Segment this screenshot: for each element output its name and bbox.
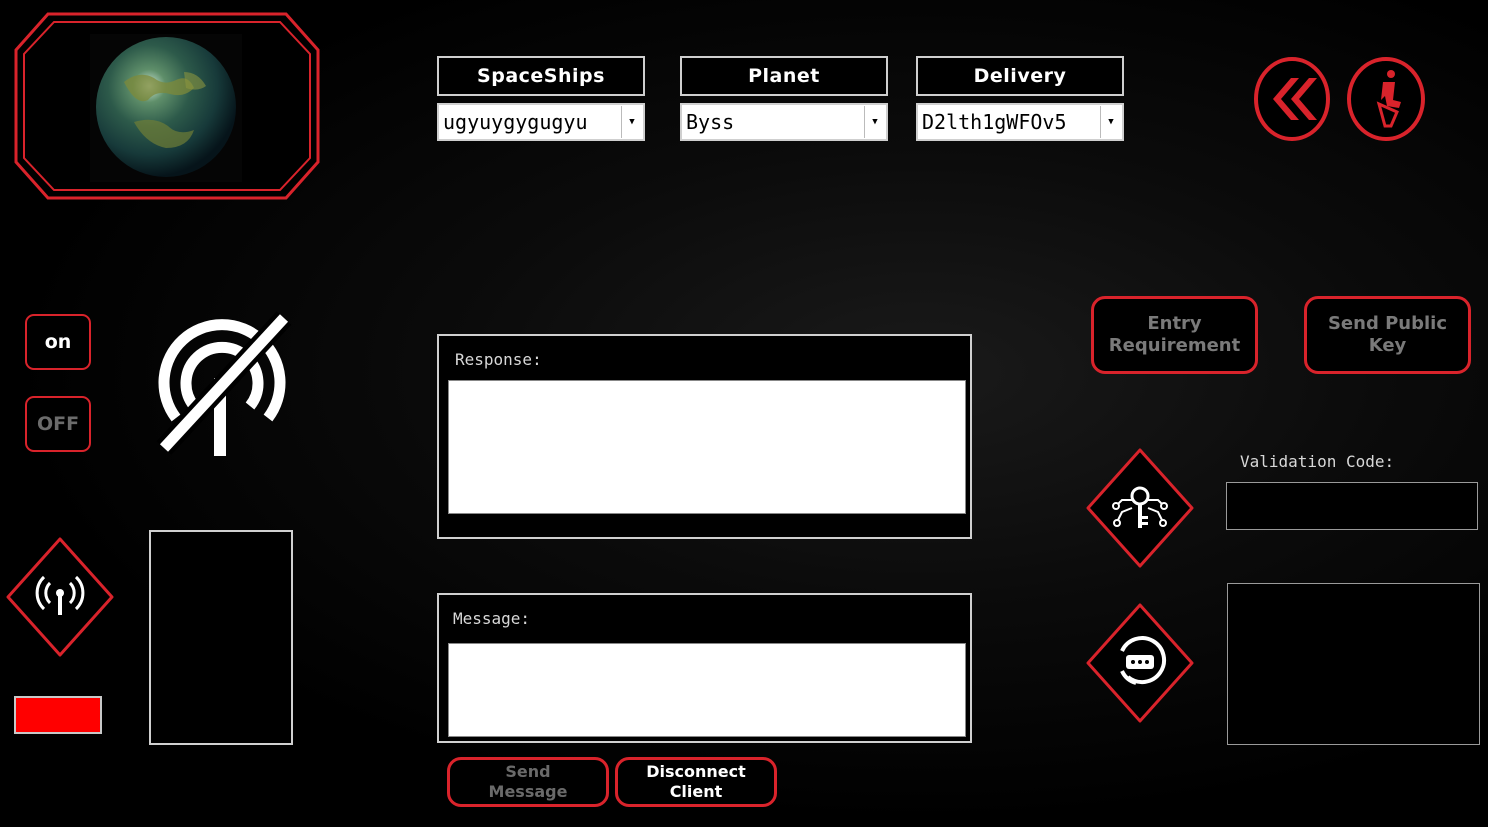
off-button[interactable]: OFF xyxy=(25,396,91,452)
back-double-chevron-icon xyxy=(1254,57,1330,141)
planet-value: Byss xyxy=(686,110,735,134)
validation-code-input[interactable] xyxy=(1226,482,1478,530)
back-button[interactable] xyxy=(1253,56,1331,142)
delivery-header: Delivery xyxy=(916,56,1124,96)
message-panel: Message: xyxy=(437,593,972,743)
dropdown-arrow-icon[interactable]: ▼ xyxy=(1100,106,1121,138)
send-message-button[interactable]: Send Message xyxy=(447,757,609,807)
response-label: Response: xyxy=(455,350,542,369)
chat-bubble-icon xyxy=(1086,603,1194,723)
spaceships-header: SpaceShips xyxy=(437,56,645,96)
dropdown-arrow-icon[interactable]: ▼ xyxy=(864,106,885,138)
planet-badge xyxy=(14,12,320,200)
delivery-dropdown[interactable]: D2lth1gWFOv5 ▼ xyxy=(916,103,1124,141)
response-textarea[interactable] xyxy=(448,380,966,514)
key-button[interactable] xyxy=(1082,446,1198,570)
key-circuit-icon xyxy=(1086,448,1194,568)
message-label: Message: xyxy=(453,609,531,628)
chat-button[interactable] xyxy=(1082,601,1198,725)
output-box xyxy=(1227,583,1480,745)
pilot-button[interactable] xyxy=(1347,56,1425,142)
no-signal-icon xyxy=(150,310,294,458)
spaceships-dropdown[interactable]: ugyuygygugyu ▼ xyxy=(437,103,645,141)
dropdown-arrow-icon[interactable]: ▼ xyxy=(621,106,642,138)
entry-requirement-button[interactable]: Entry Requirement xyxy=(1091,296,1258,374)
broadcast-button[interactable] xyxy=(2,535,118,659)
validation-code-label: Validation Code: xyxy=(1240,452,1395,471)
send-message-label: Send Message xyxy=(488,762,568,801)
entry-requirement-label: Entry Requirement xyxy=(1108,313,1241,356)
send-public-key-label: Send Public Key xyxy=(1327,313,1448,356)
response-panel: Response: xyxy=(437,334,972,539)
planet-header: Planet xyxy=(680,56,888,96)
preview-box xyxy=(149,530,293,745)
disconnect-client-label: Disconnect Client xyxy=(646,762,746,801)
on-button[interactable]: on xyxy=(25,314,91,370)
message-textarea[interactable] xyxy=(448,643,966,737)
person-seated-icon xyxy=(1347,57,1425,141)
send-public-key-button[interactable]: Send Public Key xyxy=(1304,296,1471,374)
status-indicator xyxy=(14,696,102,734)
planet-image xyxy=(96,37,236,177)
disconnect-client-button[interactable]: Disconnect Client xyxy=(615,757,777,807)
antenna-broadcast-icon xyxy=(6,537,114,657)
delivery-value: D2lth1gWFOv5 xyxy=(922,110,1067,134)
planet-dropdown[interactable]: Byss ▼ xyxy=(680,103,888,141)
spaceships-value: ugyuygygugyu xyxy=(443,110,588,134)
